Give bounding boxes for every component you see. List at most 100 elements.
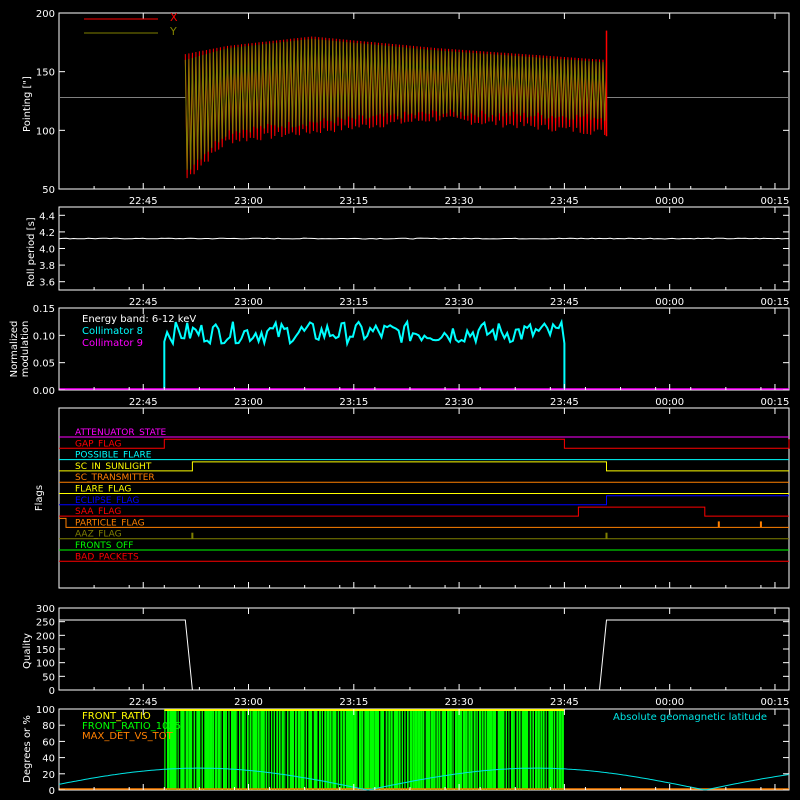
front-ratio-bar	[561, 709, 564, 790]
front-ratio-bar	[511, 709, 514, 790]
front-ratio-bar	[545, 709, 547, 790]
front-ratio-bar	[404, 709, 406, 790]
x-tick-label: 00:00	[655, 697, 684, 708]
front-ratio-bar	[236, 709, 238, 790]
front-ratio-bar	[401, 709, 403, 790]
energy-band-label: Energy band: 6-12 keV	[82, 314, 196, 325]
x-tick-label: 22:45	[129, 397, 158, 408]
front-ratio-bar	[193, 709, 196, 790]
y-tick-label: 4.4	[39, 211, 55, 222]
front-ratio-bar	[492, 709, 496, 790]
front-ratio-bar	[495, 709, 497, 790]
y-tick-label: 100	[36, 659, 55, 670]
front-ratio-bar	[449, 709, 452, 790]
front-ratio-bar	[471, 709, 473, 790]
front-ratio-bar	[185, 709, 189, 790]
flags-ylabel: Flags	[34, 485, 45, 511]
front-ratio-bar	[513, 709, 515, 790]
y-tick-label: 0	[49, 686, 55, 697]
front-ratio-bar	[380, 709, 383, 790]
x-tick-label: 23:15	[339, 697, 368, 708]
y-tick-label: 3.6	[39, 278, 55, 289]
front-ratio-bar	[524, 709, 528, 790]
y-tick-label: 200	[36, 9, 55, 20]
front-ratio-bar	[348, 709, 351, 790]
front-ratio-bar	[252, 709, 256, 790]
x-tick-label: 23:00	[234, 297, 263, 308]
x-tick-label: 23:30	[445, 297, 474, 308]
y-tick-label: 20	[42, 770, 55, 781]
y-tick-label: 0	[49, 786, 55, 797]
x-tick-label: 23:00	[234, 397, 263, 408]
front-ratio-bar	[540, 709, 543, 790]
front-ratio-bar	[260, 709, 263, 790]
x-tick-label: 23:30	[445, 196, 474, 207]
front-ratio-bar	[287, 709, 289, 790]
front-ratio-bar	[311, 709, 313, 790]
y-tick-label: 40	[42, 754, 55, 765]
front-ratio-bar	[393, 709, 397, 790]
front-ratio-bar	[535, 709, 538, 790]
front-ratio-bar	[385, 709, 388, 790]
front-ratio-bar	[255, 709, 258, 790]
front-ratio-bar	[553, 709, 556, 790]
x-tick-label: 23:15	[339, 196, 368, 207]
front-ratio-bar	[551, 709, 554, 790]
front-ratio-bar	[212, 709, 215, 790]
front-ratio-bar	[399, 709, 401, 790]
front-ratio-bar	[279, 709, 281, 790]
roll-ylabel: Roll period [s]	[26, 217, 37, 286]
front-ratio-bar	[508, 709, 510, 790]
front-ratio-bar	[215, 709, 218, 790]
legend-collimator9: Collimator 9	[82, 338, 143, 349]
y-tick-label: 50	[42, 185, 55, 196]
y-tick-label: 0.00	[33, 386, 55, 397]
x-tick-label: 23:30	[445, 697, 474, 708]
modulation-ylabel-line2: modulation	[20, 321, 31, 378]
front-ratio-bar	[481, 709, 484, 790]
front-ratio-bar	[479, 709, 482, 790]
front-ratio-bar	[319, 709, 321, 790]
front-ratio-bar	[201, 709, 203, 790]
front-ratio-bar	[455, 709, 458, 790]
y-tick-label: 50	[42, 672, 55, 683]
front-ratio-bar	[183, 709, 185, 790]
front-ratio-bar	[276, 709, 279, 790]
front-ratio-bar	[489, 709, 493, 790]
front-ratio-bar	[209, 709, 213, 790]
x-tick-label: 23:15	[339, 397, 368, 408]
y-tick-label: 250	[36, 618, 55, 629]
front-ratio-bar	[556, 709, 559, 790]
front-ratio-bar	[396, 709, 399, 790]
front-ratio-bar	[271, 709, 273, 790]
front-ratio-bar	[257, 709, 260, 790]
front-ratio-bar	[391, 709, 393, 790]
x-tick-label: 22:45	[129, 297, 158, 308]
front-ratio-bar	[284, 709, 286, 790]
quality-ylabel: Quality	[22, 633, 33, 669]
front-ratio-bar	[473, 709, 476, 790]
front-ratio-bar	[335, 709, 337, 790]
front-ratio-bar	[329, 709, 332, 790]
front-ratio-bar	[484, 709, 487, 790]
x-tick-label: 23:00	[234, 196, 263, 207]
front-ratio-bar	[204, 709, 208, 790]
front-ratio-bar	[343, 709, 345, 790]
front-ratio-bar	[412, 709, 415, 790]
front-ratio-bar	[388, 709, 391, 790]
front-ratio-bar	[372, 709, 375, 790]
front-ratio-bar	[292, 709, 295, 790]
front-ratio-bar	[313, 709, 317, 790]
x-tick-label: 00:15	[761, 397, 790, 408]
x-tick-label: 23:15	[339, 297, 368, 308]
front-ratio-bar	[295, 709, 297, 790]
front-ratio-bar	[516, 709, 519, 790]
modulation-ylabel-line1: Normalized	[9, 321, 20, 378]
y-tick-label: 150	[36, 645, 55, 656]
y-tick-label: 3.8	[39, 261, 55, 272]
front-ratio-bar	[436, 709, 439, 790]
front-ratio-bar	[361, 709, 364, 790]
front-ratio-bar	[324, 709, 327, 790]
legend-max-det: MAX_DET_VS_TOT	[82, 731, 174, 742]
front-ratio-bar	[231, 709, 234, 790]
